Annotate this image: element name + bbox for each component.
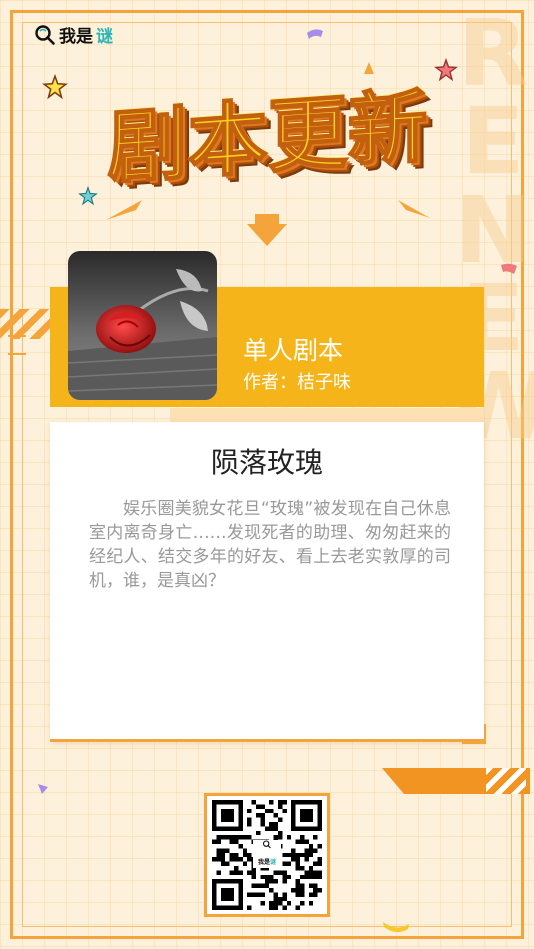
search-icon <box>35 24 55 45</box>
decor-lines <box>462 724 486 744</box>
decor-stripes <box>486 768 526 794</box>
confetti-icon <box>364 62 374 74</box>
author-label: 作者： <box>243 372 297 393</box>
author-name: 桔子味 <box>297 372 351 393</box>
script-cover-image <box>68 251 217 400</box>
script-synopsis: 娱乐圈美貌女花旦“玫瑰”被发现在自己休息室内离奇身亡……发现死者的助理、匆匆赶来… <box>89 499 451 591</box>
script-type: 单人剧本 <box>243 336 344 365</box>
qr-logo-accent: 谜 <box>270 859 277 866</box>
search-icon <box>262 840 271 849</box>
confetti-icon <box>383 922 409 933</box>
confetti-icon <box>307 29 323 39</box>
qr-logo: 我是谜 <box>253 840 281 868</box>
decor-stripes <box>0 309 52 339</box>
brand-text: 我是 <box>59 27 93 47</box>
confetti-icon <box>38 784 48 794</box>
qr-code[interactable]: 我是谜 <box>204 793 330 917</box>
qr-logo-text: 我是 <box>257 859 270 866</box>
arrow-down-icon <box>247 214 287 246</box>
burst-line-icon <box>398 200 430 218</box>
burst-line-icon <box>106 200 142 220</box>
brand-logo[interactable]: 我是 谜 <box>34 22 113 47</box>
brand-accent-text: 谜 <box>96 27 113 47</box>
script-title: 陨落玫瑰 <box>210 446 323 479</box>
script-author: 作者： 桔子味 <box>243 368 351 394</box>
confetti-icon <box>501 263 517 274</box>
star-icon <box>434 58 458 82</box>
headline-title: 剧本更新 <box>107 79 429 196</box>
star-icon <box>78 186 98 206</box>
star-icon <box>42 74 68 100</box>
